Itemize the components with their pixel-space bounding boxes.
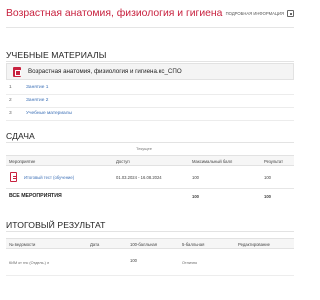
total-result: 100	[264, 194, 271, 199]
total-label: ВСЕ МЕРОПРИЯТИЯ	[9, 193, 62, 199]
table-row: Итоговый тест (обучение) 01.03.2024 - 16…	[6, 167, 294, 189]
divider	[6, 61, 294, 62]
divider	[6, 231, 294, 232]
col-date: Дата	[90, 242, 100, 247]
table-row: КИМ от гпс (Отдель.) л 100 Отлично	[6, 250, 294, 272]
current-badge: Текущее	[136, 146, 152, 151]
access-dates: 01.03.2024 - 16.08.2024	[116, 175, 162, 180]
divider	[6, 275, 294, 276]
total-row: ВСЕ МЕРОПРИЯТИЯ 100 100	[6, 190, 294, 202]
max-score: 100	[192, 175, 199, 180]
col-result: Результат	[264, 159, 284, 164]
course-header: Возрастная анатомия, физиология и гигиен…	[6, 8, 296, 22]
course-item[interactable]: Возрастная анатомия, физиология и гигиен…	[6, 63, 294, 80]
col-access: Доступ	[116, 159, 130, 164]
record-name: КИМ от гпс (Отдель.) л	[9, 261, 50, 265]
final-title: ИТОГОВЫЙ РЕЗУЛЬТАТ	[6, 220, 106, 230]
list-item: 1 Занятие 1	[6, 82, 294, 95]
table-header: Мероприятие Доступ Максимальный балл Рез…	[6, 155, 294, 166]
col-activity: Мероприятие	[9, 159, 36, 164]
total-max-score: 100	[192, 194, 199, 199]
col-edit: Редактирование	[238, 242, 270, 247]
col-max-score: Максимальный балл	[192, 159, 233, 164]
table-header: № ведомости Дата 100-балльная 5-балльная…	[6, 238, 294, 249]
sdacha-title: СДАЧА	[6, 131, 35, 141]
materials-title: УЧЕБНЫЕ МАТЕРИАЛЫ	[6, 50, 107, 60]
score-5: Отлично	[182, 261, 198, 265]
more-info-link[interactable]: ПОДРОБНАЯ ИНФОРМАЦИЯ	[226, 11, 284, 16]
divider	[6, 27, 294, 28]
item-number: 2	[9, 98, 12, 103]
course-book-icon	[13, 67, 21, 77]
final-test-link[interactable]: Итоговый тест (обучение)	[24, 175, 74, 180]
course-page: Возрастная анатомия, физиология и гигиен…	[0, 0, 300, 300]
course-name: Возрастная анатомия, физиология и гигиен…	[28, 68, 182, 75]
item-number: 3	[9, 111, 12, 116]
list-item: 2 Занятие 2	[6, 95, 294, 108]
divider	[6, 142, 294, 143]
result: 100	[264, 175, 271, 180]
material-link-lesson-2[interactable]: Занятие 2	[26, 98, 48, 103]
list-item: 3 Учебные материалы	[6, 108, 294, 121]
col-score5: 5-балльная	[182, 242, 205, 247]
col-score100: 100-балльная	[130, 242, 157, 247]
material-link-study-materials[interactable]: Учебные материалы	[26, 111, 72, 116]
test-icon	[10, 172, 17, 182]
material-link-lesson-1[interactable]: Занятие 1	[26, 85, 48, 90]
page-title: Возрастная анатомия, физиология и гигиен…	[6, 8, 223, 19]
item-number: 1	[9, 85, 12, 90]
info-icon[interactable]	[287, 10, 294, 17]
col-record: № ведомости	[9, 242, 36, 247]
score-100: 100	[130, 258, 137, 263]
